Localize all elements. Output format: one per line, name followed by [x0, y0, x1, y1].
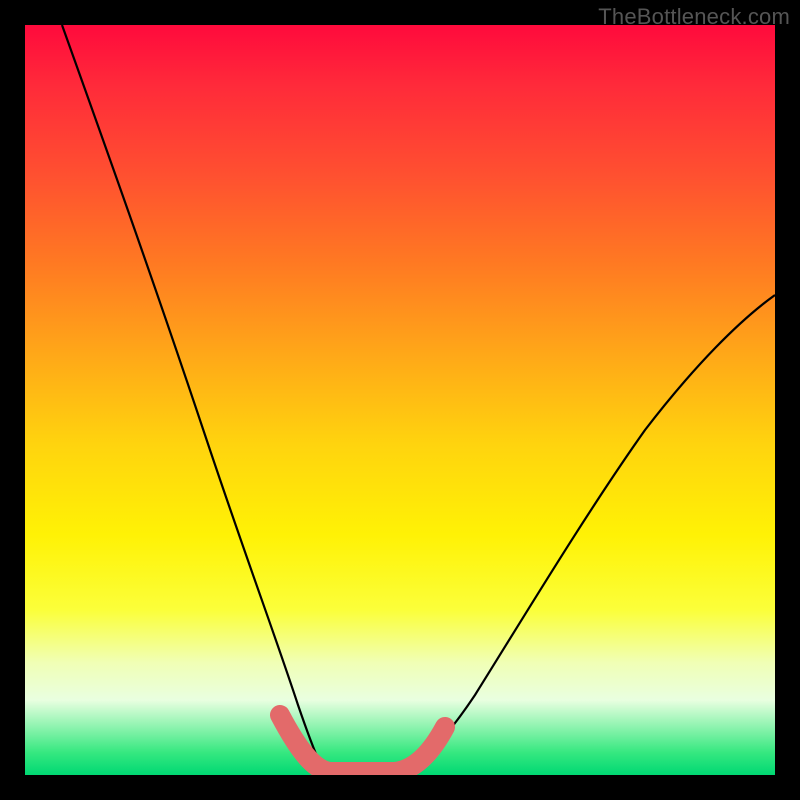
chart-frame: TheBottleneck.com: [0, 0, 800, 800]
chart-curves: [25, 25, 775, 775]
right-curve: [400, 295, 775, 773]
watermark-text: TheBottleneck.com: [598, 4, 790, 30]
left-curve: [62, 25, 325, 773]
